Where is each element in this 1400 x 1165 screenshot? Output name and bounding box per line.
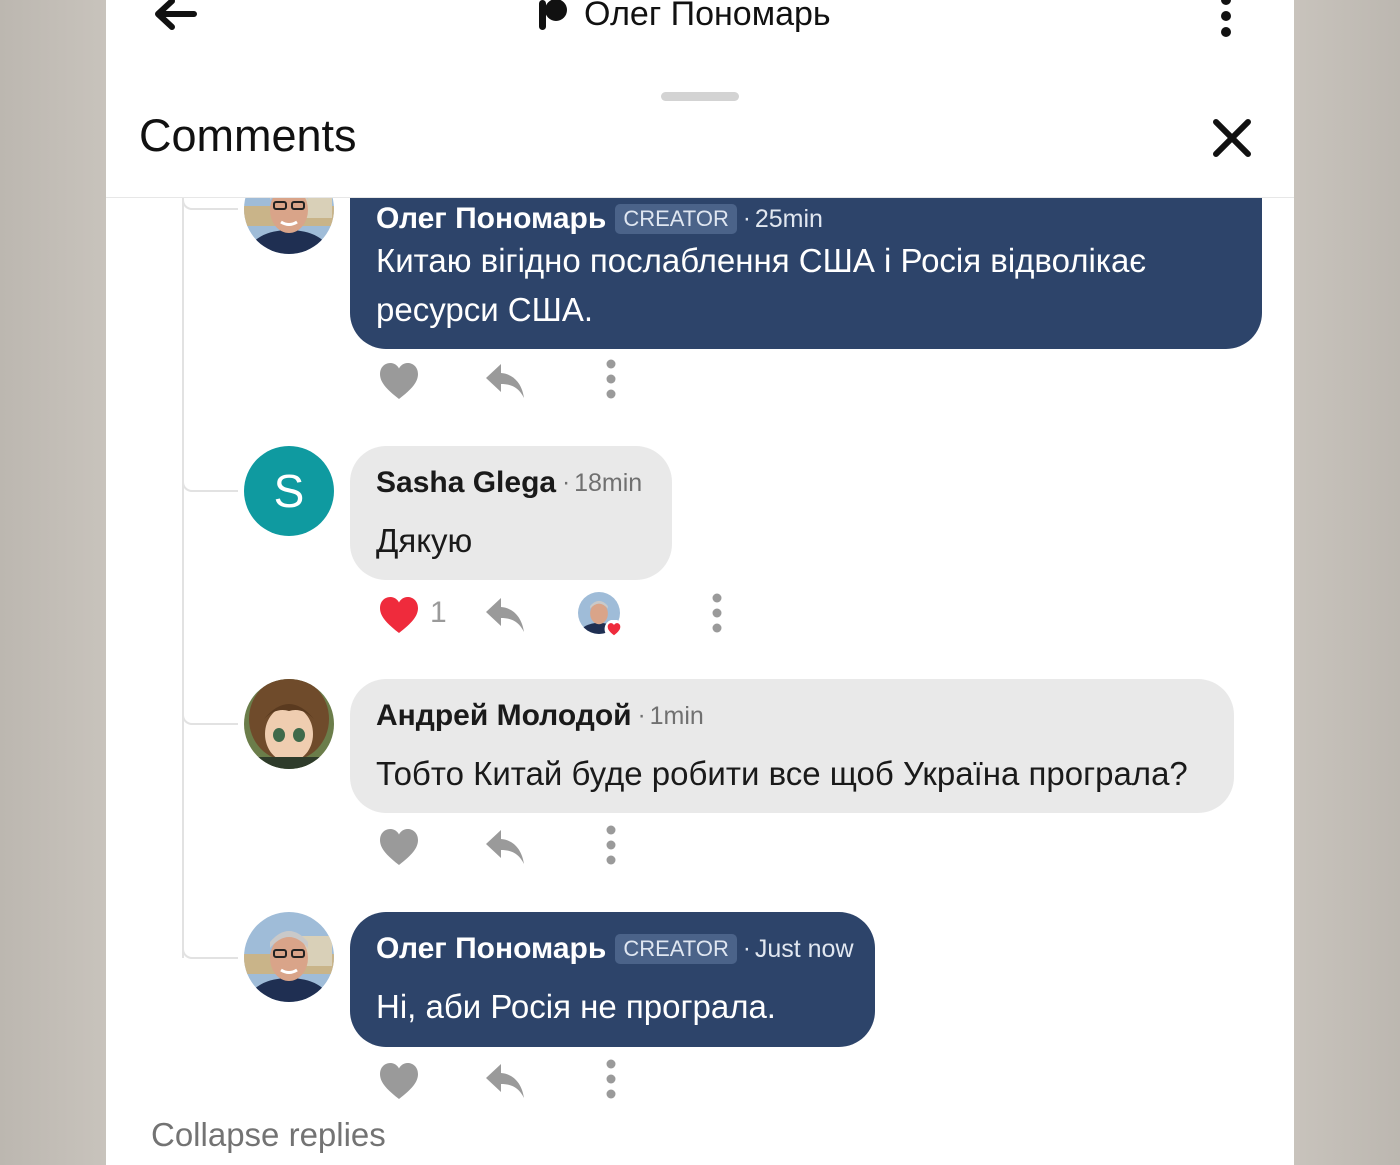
thread-branch [182, 480, 238, 492]
comment-text-line: ресурси США. [376, 291, 594, 328]
reply-icon[interactable] [484, 596, 526, 634]
reply-icon[interactable] [484, 362, 526, 400]
kebab-icon [1221, 0, 1231, 37]
comment-meta: Олег Пономарь CREATOR · 25min [376, 202, 823, 236]
comment-bubble[interactable]: Sasha Glega · 18min Дякую [350, 446, 672, 580]
avatar-letter: S [273, 465, 305, 517]
reply-icon[interactable] [484, 828, 526, 866]
kebab-icon[interactable] [605, 1059, 617, 1099]
kebab-icon[interactable] [711, 593, 723, 633]
thread-branch [182, 198, 238, 210]
comment-meta: Sasha Glega · 18min [376, 466, 642, 500]
heart-icon[interactable] [378, 361, 420, 401]
separator-dot: · [742, 205, 751, 232]
author-name[interactable]: Андрей Молодой [376, 699, 632, 733]
comment-text: Китаю вігідно послаблення США і Росія ві… [376, 236, 1146, 334]
comments-sheet: Олег Пономарь Comments Олег Пономарь CRE… [106, 0, 1294, 1165]
thread-branch [182, 947, 238, 959]
more-options-button[interactable] [1214, 0, 1238, 38]
kebab-icon[interactable] [605, 359, 617, 399]
like-count: 1 [430, 596, 447, 629]
heart-badge-icon [604, 620, 624, 638]
user-photo-icon [244, 198, 334, 254]
comment-text-line: Китаю вігідно послаблення США і Росія ві… [376, 242, 1147, 279]
comment-time: 25min [754, 204, 823, 233]
kebab-icon[interactable] [605, 825, 617, 865]
comment-bubble[interactable]: Олег Пономарь CREATOR · 25min Китаю вігі… [350, 198, 1262, 349]
comment-text: Дякую [376, 522, 473, 559]
comment-text: Тобто Китай буде робити все щоб Україна … [376, 755, 1188, 792]
comment-time: 1min [649, 701, 704, 730]
comment-time: Just now [754, 934, 854, 963]
comment-bubble[interactable]: Андрей Молодой · 1min Тобто Китай буде р… [350, 679, 1234, 813]
comment-meta: Олег Пономарь CREATOR · Just now [376, 932, 854, 966]
comment-time: 18min [574, 468, 643, 497]
close-button[interactable] [1210, 116, 1254, 160]
top-app-bar: Олег Пономарь [106, 0, 1294, 60]
creator-heart-avatar [578, 592, 624, 638]
arrow-left-icon [155, 0, 197, 30]
avatar[interactable] [244, 198, 334, 254]
comment-text: Ні, аби Росія не програла. [376, 988, 776, 1025]
creator-badge: CREATOR [615, 934, 737, 964]
heart-filled-icon[interactable] [378, 595, 420, 635]
back-button[interactable] [150, 0, 200, 36]
avatar[interactable] [244, 679, 334, 769]
patreon-logo-icon [539, 0, 567, 30]
sheet-title: Comments [139, 110, 357, 161]
creator-badge: CREATOR [615, 204, 737, 234]
background-right [1294, 0, 1400, 1165]
anime-avatar-icon [244, 679, 334, 769]
author-name[interactable]: Олег Пономарь [376, 932, 606, 966]
creator-title[interactable]: Олег Пономарь [536, 0, 831, 38]
separator-dot: · [637, 702, 646, 729]
avatar[interactable]: S [244, 446, 334, 536]
separator-dot: · [742, 935, 751, 962]
separator-dot: · [562, 469, 571, 496]
thread-line [182, 198, 184, 958]
heart-icon[interactable] [378, 1061, 420, 1101]
comment-meta: Андрей Молодой · 1min [376, 699, 704, 733]
author-name[interactable]: Sasha Glega [376, 466, 556, 500]
reply-icon[interactable] [484, 1062, 526, 1100]
comments-list[interactable]: Олег Пономарь CREATOR · 25min Китаю вігі… [106, 198, 1294, 1165]
close-icon [1213, 119, 1251, 157]
background-left [0, 0, 106, 1165]
user-photo-icon [244, 912, 334, 1002]
thread-branch [182, 713, 238, 725]
creator-name: Олег Пономарь [584, 0, 831, 33]
drag-handle[interactable] [661, 92, 739, 101]
heart-icon[interactable] [378, 827, 420, 867]
avatar[interactable] [244, 912, 334, 1002]
collapse-replies-button[interactable]: Collapse replies [151, 1116, 386, 1154]
author-name[interactable]: Олег Пономарь [376, 202, 606, 236]
comment-bubble[interactable]: Олег Пономарь CREATOR · Just now Ні, аби… [350, 912, 875, 1047]
